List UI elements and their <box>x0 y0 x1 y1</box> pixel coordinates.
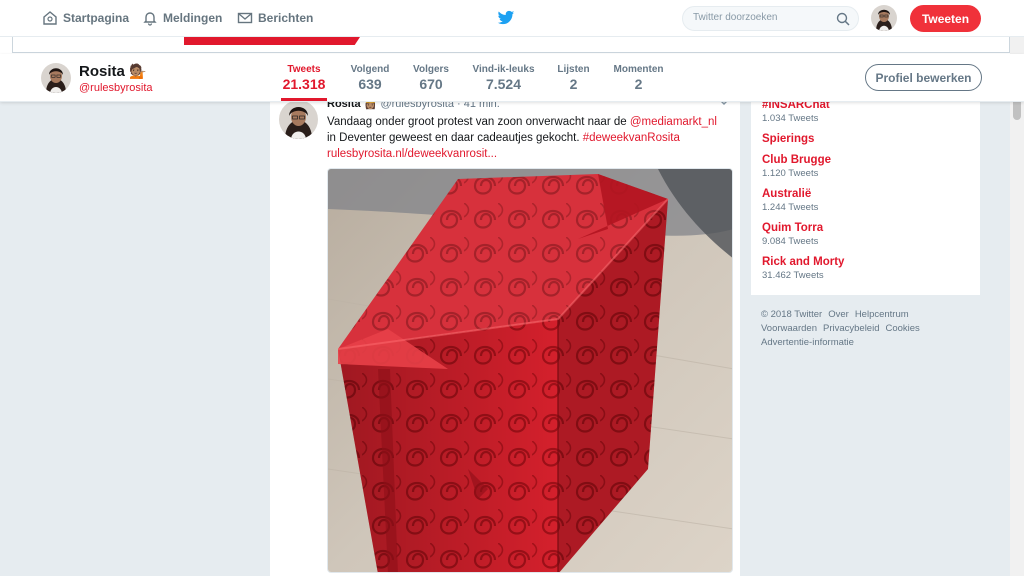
tweet-photo[interactable] <box>327 168 733 573</box>
stat-lists[interactable]: Lijsten 2 <box>557 64 590 92</box>
footer-link-ads-info[interactable]: Advertentie-informatie <box>761 337 854 348</box>
trend-count: 1.244 Tweets <box>762 202 819 213</box>
nav-messages-label: Berichten <box>258 11 314 25</box>
trend-name: Rick and Morty <box>762 256 845 268</box>
footer-link-about[interactable]: Over <box>828 309 849 320</box>
profile-avatar[interactable] <box>41 63 71 93</box>
trend-name: Spierings <box>762 133 815 145</box>
bell-icon <box>143 12 157 26</box>
trend-count: 9.084 Tweets <box>762 236 819 247</box>
search-input[interactable] <box>693 12 833 23</box>
stat-lists-label: Lijsten <box>557 64 590 75</box>
stat-followers-label: Volgers <box>413 64 449 75</box>
tweet-button[interactable]: Tweeten <box>910 5 981 32</box>
account-avatar[interactable] <box>871 5 897 31</box>
footer-link-help[interactable]: Helpcentrum <box>855 309 909 320</box>
trend-item[interactable]: Rick and Morty 31.462 Tweets <box>762 256 844 281</box>
nav-home[interactable]: Startpagina <box>42 10 129 26</box>
search-icon[interactable] <box>836 12 850 26</box>
footer-link-cookies[interactable]: Cookies <box>885 323 919 334</box>
tweet-hashtag[interactable]: #deweekvanRosita <box>583 132 680 144</box>
active-tab-indicator <box>281 98 327 101</box>
trend-name: Quim Torra <box>762 222 824 234</box>
stat-likes-value: 7.524 <box>485 76 522 92</box>
nav-home-label: Startpagina <box>63 11 130 25</box>
tweet-mention[interactable]: @mediamarkt_nl <box>630 116 717 128</box>
trend-count: 1.034 Tweets <box>762 113 819 124</box>
home-icon <box>43 11 57 25</box>
trend-item[interactable]: Spierings <box>762 133 814 145</box>
stat-tweets-label: Tweets <box>287 64 321 75</box>
stat-following[interactable]: Volgend 639 <box>350 64 390 92</box>
site-footer: © 2018 Twitter Over Helpcentrum Voorwaarde… <box>761 308 971 350</box>
footer-link-terms[interactable]: Voorwaarden <box>761 323 817 334</box>
stat-lists-value: 2 <box>569 76 578 92</box>
profile-name[interactable]: Rosita 💁🏽 <box>79 63 146 80</box>
nav-notifications[interactable]: Meldingen <box>142 10 222 26</box>
edit-profile-button[interactable]: Profiel bewerken <box>865 64 982 91</box>
tweet-text: Vandaag onder groot protest van zoon onv… <box>327 114 727 162</box>
envelope-icon <box>237 12 253 24</box>
trend-count: 1.120 Tweets <box>762 168 819 179</box>
trend-item[interactable]: #INSARChat 1.034 Tweets <box>762 99 830 124</box>
tweet-avatar[interactable] <box>279 100 318 139</box>
footer-link-privacy[interactable]: Privacybeleid <box>823 323 880 334</box>
tweet-text-part2: in Deventer geweest en daar cadeautjes g… <box>327 132 583 144</box>
trend-count: 31.462 Tweets <box>762 270 824 281</box>
trend-item[interactable]: Club Brugge 1.120 Tweets <box>762 154 831 179</box>
stat-moments-label: Momenten <box>613 64 664 75</box>
profile-name-text: Rosita <box>79 63 125 80</box>
nav-messages[interactable]: Berichten <box>237 10 313 26</box>
stat-followers[interactable]: Volgers 670 <box>412 64 450 92</box>
stat-following-label: Volgend <box>350 64 390 75</box>
stat-moments-value: 2 <box>634 76 643 92</box>
stat-tweets-value: 21.318 <box>282 76 326 92</box>
stat-likes-label: Vind-ik-leuks <box>472 64 535 75</box>
stat-tweets[interactable]: Tweets 21.318 <box>281 64 327 92</box>
stat-likes[interactable]: Vind-ik-leuks 7.524 <box>472 64 535 92</box>
profile-banner-frame <box>12 37 1010 53</box>
footer-copyright: © 2018 Twitter <box>761 309 823 320</box>
trend-item[interactable]: Australië 1.244 Tweets <box>762 188 818 213</box>
profile-name-emoji: 💁🏽 <box>129 63 147 79</box>
stat-moments[interactable]: Momenten 2 <box>613 64 664 92</box>
nav-notifications-label: Meldingen <box>163 11 223 25</box>
search-box <box>682 6 859 31</box>
stat-followers-value: 670 <box>419 76 443 92</box>
tweet-text-part1: Vandaag onder groot protest van zoon onv… <box>327 116 630 128</box>
trend-item[interactable]: Quim Torra 9.084 Tweets <box>762 222 823 247</box>
trend-name: Club Brugge <box>762 154 831 166</box>
trend-name: Australië <box>762 188 812 200</box>
twitter-bird-icon[interactable] <box>497 9 515 27</box>
profile-banner-accent <box>184 37 360 45</box>
top-navigation: Startpagina Meldingen Berichten Tweeten <box>0 0 1024 37</box>
profile-handle[interactable]: @rulesbyrosita <box>79 82 153 94</box>
tweet-link[interactable]: rulesbyrosita.nl/deweekvanrosit... <box>327 148 497 160</box>
stat-following-value: 639 <box>358 76 382 92</box>
